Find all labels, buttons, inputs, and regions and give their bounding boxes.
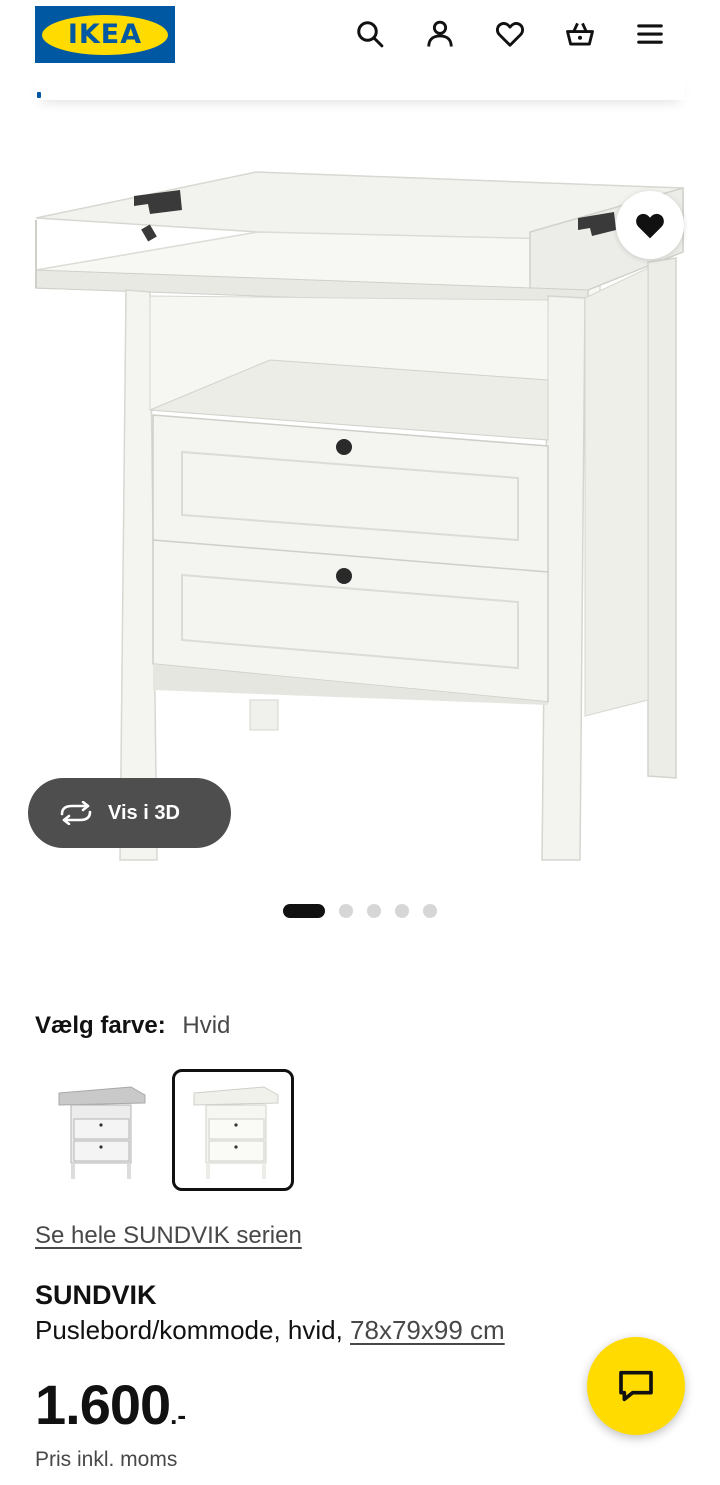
- chat-icon: [619, 1370, 653, 1402]
- price-suffix: .-: [170, 1400, 187, 1430]
- product-name: SUNDVIK: [35, 1280, 157, 1310]
- series-link[interactable]: Se hele SUNDVIK serien: [35, 1222, 302, 1250]
- basket-icon[interactable]: [560, 14, 600, 54]
- carousel-dot[interactable]: [367, 904, 381, 918]
- logo-oval: IKEA: [42, 14, 168, 55]
- swatch-thumbnail: [58, 1086, 146, 1179]
- price-note: Pris inkl. moms: [35, 1448, 178, 1471]
- carousel-dot[interactable]: [395, 904, 409, 918]
- sticky-subbar: [35, 70, 685, 100]
- logo-text: IKEA: [67, 19, 143, 50]
- changing-table-illustration: [35, 171, 684, 861]
- back-arrow-icon[interactable]: [37, 92, 41, 98]
- color-swatch-grey[interactable]: [35, 1069, 157, 1191]
- product-type: Puslebord/kommode, hvid,: [35, 1315, 351, 1345]
- carousel-dot[interactable]: [339, 904, 353, 918]
- account-icon[interactable]: [420, 14, 460, 54]
- carousel-dot[interactable]: [423, 904, 437, 918]
- ikea-logo[interactable]: IKEA: [35, 6, 175, 63]
- product-image[interactable]: [0, 100, 720, 890]
- color-swatch-white[interactable]: [172, 1069, 294, 1191]
- carousel-dot[interactable]: [283, 904, 325, 918]
- rotate-3d-icon: [60, 801, 92, 825]
- heart-icon[interactable]: [490, 14, 530, 54]
- chat-button[interactable]: [587, 1337, 685, 1435]
- price-amount: 1.600: [35, 1373, 171, 1436]
- color-selector-heading: Vælg farve: Hvid: [35, 1012, 230, 1040]
- search-icon[interactable]: [350, 14, 390, 54]
- heart-filled-icon: [636, 213, 664, 239]
- carousel-dots: [283, 904, 437, 918]
- menu-icon[interactable]: [630, 14, 670, 54]
- product-size-link[interactable]: 78x79x99 cm: [350, 1315, 505, 1345]
- color-label: Vælg farve:: [35, 1012, 166, 1039]
- view-in-3d-label: Vis i 3D: [108, 801, 180, 824]
- swatch-thumbnail: [193, 1086, 279, 1179]
- view-in-3d-button[interactable]: Vis i 3D: [28, 778, 231, 848]
- product-description: Puslebord/kommode, hvid, 78x79x99 cm: [35, 1315, 505, 1346]
- color-value: Hvid: [182, 1012, 231, 1039]
- top-header: IKEA: [0, 0, 720, 70]
- product-price: 1.600 .-: [35, 1372, 186, 1437]
- favourite-button[interactable]: [616, 191, 684, 259]
